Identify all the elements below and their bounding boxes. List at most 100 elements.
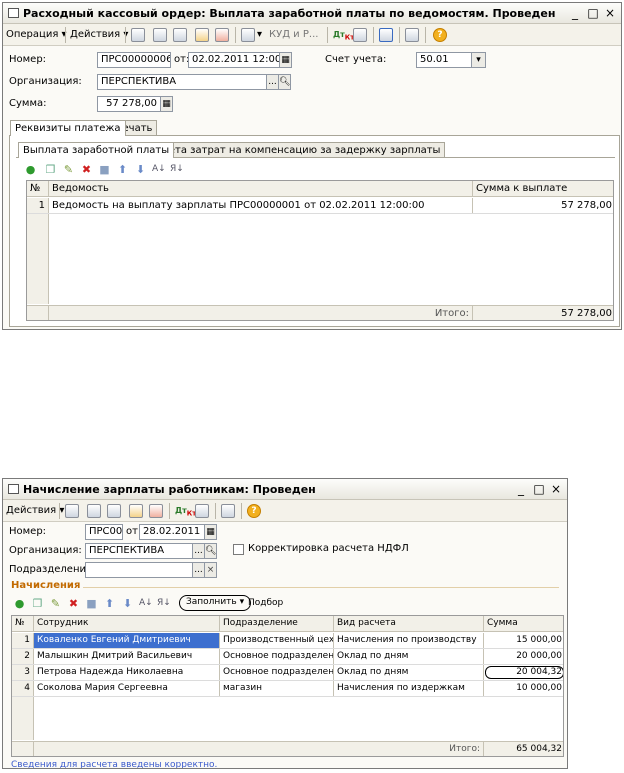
delete-icon[interactable]: ✖ <box>67 597 80 610</box>
move-up-icon[interactable]: ⬆ <box>116 163 129 176</box>
payroll-window: Начисление зарплаты работникам: Проведен… <box>2 478 568 769</box>
tab-payment-details[interactable]: Реквизиты платежа <box>10 120 126 136</box>
ndfl-checkbox[interactable] <box>233 544 244 555</box>
maximize-button[interactable]: □ <box>531 479 547 500</box>
col-statement[interactable]: Ведомость <box>49 181 473 196</box>
kudir-button[interactable]: КУД и Р... <box>269 27 318 43</box>
dt-kt-icon[interactable]: ДтКт <box>175 503 196 519</box>
help-icon[interactable]: ? <box>433 28 447 42</box>
col-employee[interactable]: Сотрудник <box>34 616 220 631</box>
actions-menu[interactable]: Действия ▾ <box>70 27 128 43</box>
delete-icon[interactable]: ✖ <box>80 163 93 176</box>
table-row[interactable]: 3 Петрова Надежда Николаевна Основное подр… <box>12 665 563 681</box>
sort-asc-icon[interactable]: A↓ <box>139 597 153 610</box>
fill-button[interactable]: Заполнить ▾ <box>179 595 252 611</box>
copy-row-icon[interactable]: ❐ <box>44 163 57 176</box>
sort-filter-icon[interactable] <box>379 28 393 42</box>
table-footer: Итого: 57 278,00 <box>27 305 613 320</box>
copy-row-icon[interactable]: ❐ <box>31 597 44 610</box>
add-icon[interactable]: ● <box>24 163 37 176</box>
sort-asc-icon[interactable]: A↓ <box>152 163 166 176</box>
go-to-icon[interactable] <box>241 28 255 42</box>
copy-icon[interactable] <box>173 28 187 42</box>
department-field[interactable] <box>85 562 193 578</box>
number-label: Номер: <box>9 526 47 537</box>
help-icon[interactable]: ? <box>247 504 261 518</box>
list-icon[interactable] <box>221 504 235 518</box>
save-write-icon[interactable] <box>65 504 79 518</box>
organization-field[interactable]: ПЕРСПЕКТИВА <box>97 74 267 90</box>
date-field[interactable]: 02.02.2011 12:00:01 <box>188 52 280 68</box>
table-row[interactable]: 4 Соколова Мария Сергеевна магазин Начислен… <box>12 681 563 697</box>
row-employee: Коваленко Евгений Дмитриевич <box>34 633 220 648</box>
calendar-icon[interactable]: ▦ <box>279 52 292 68</box>
table-row[interactable]: 2 Малышкин Дмитрий Васильевич Основное под… <box>12 649 563 665</box>
department-label: Подразделение: <box>9 564 96 575</box>
col-sum[interactable]: Сумма <box>484 616 563 631</box>
clear-icon[interactable]: × <box>204 562 217 578</box>
col-department[interactable]: Подразделение <box>220 616 334 631</box>
report-icon[interactable] <box>353 28 367 42</box>
end-edit-icon[interactable]: ■ <box>98 163 111 176</box>
sum-field[interactable]: 57 278,00 <box>97 96 161 112</box>
copy-icon[interactable] <box>107 504 121 518</box>
calculator-icon[interactable]: ▦ <box>160 96 173 112</box>
toolbar-separator <box>65 27 66 43</box>
subtab-salary-payment[interactable]: Выплата заработной платы <box>18 142 175 158</box>
dt-kt-icon[interactable]: ДтКт <box>333 27 354 43</box>
number-field[interactable]: ПРС00000006 <box>97 52 171 68</box>
move-up-icon[interactable]: ⬆ <box>103 597 116 610</box>
row-calc-type: Оклад по дням <box>334 649 484 664</box>
operation-menu[interactable]: Операция ▾ <box>6 27 67 43</box>
add-icon[interactable]: ● <box>13 597 26 610</box>
subtab-cost-accounts[interactable]: Счета затрат на компенсацию за задержку … <box>151 142 446 158</box>
row-number: 1 <box>27 198 49 213</box>
edit-icon[interactable]: ✎ <box>62 163 75 176</box>
structure-icon[interactable] <box>149 504 163 518</box>
date-field[interactable]: 28.02.2011 23:5 <box>139 524 205 540</box>
post-icon[interactable] <box>153 28 167 42</box>
col-payout-sum[interactable]: Сумма к выплате <box>473 181 613 196</box>
based-on-icon[interactable] <box>129 504 143 518</box>
minimize-button[interactable]: _ <box>567 3 583 24</box>
close-button[interactable]: × <box>602 3 618 24</box>
total-label: Итого: <box>49 306 473 320</box>
number-field[interactable]: ПРС000 <box>85 524 123 540</box>
row-number: 4 <box>12 681 34 696</box>
save-write-icon[interactable] <box>131 28 145 42</box>
col-number[interactable]: № <box>27 181 49 196</box>
close-button[interactable]: × <box>548 479 564 500</box>
move-down-icon[interactable]: ⬇ <box>121 597 134 610</box>
based-on-icon[interactable] <box>195 28 209 42</box>
minimize-button[interactable]: _ <box>513 479 529 500</box>
actions-menu[interactable]: Действия ▾ <box>6 503 64 519</box>
edit-icon[interactable]: ✎ <box>49 597 62 610</box>
end-edit-icon[interactable]: ■ <box>85 597 98 610</box>
maximize-button[interactable]: □ <box>585 3 601 24</box>
move-down-icon[interactable]: ⬇ <box>134 163 147 176</box>
search-icon[interactable]: 🔍︎ <box>204 543 217 559</box>
organization-field[interactable]: ПЕРСПЕКТИВА <box>85 543 193 559</box>
table-row[interactable]: 1 Ведомость на выплату зарплаты ПРС00000… <box>27 198 613 214</box>
row-statement: Ведомость на выплату зарплаты ПРС0000000… <box>49 198 473 213</box>
post-icon[interactable] <box>87 504 101 518</box>
search-icon[interactable]: 🔍︎ <box>278 74 291 90</box>
row-number-column <box>27 214 49 304</box>
sum-label: Сумма: <box>9 98 47 109</box>
report-icon[interactable] <box>195 504 209 518</box>
table-header: № Ведомость Сумма к выплате <box>27 181 613 197</box>
select-employees-button[interactable]: Подбор <box>248 596 283 610</box>
calendar-icon[interactable]: ▦ <box>204 524 217 540</box>
account-field[interactable]: 50.01 <box>416 52 472 68</box>
section-title: Начисления <box>11 580 81 591</box>
col-number[interactable]: № <box>12 616 34 631</box>
dropdown-arrow-icon[interactable]: ▾ <box>257 27 262 43</box>
table-row[interactable]: 1 Коваленко Евгений Дмитриевич Производств… <box>12 633 563 649</box>
list-icon[interactable] <box>405 28 419 42</box>
sort-desc-icon[interactable]: Я↓ <box>157 597 171 610</box>
account-dropdown-button[interactable]: ▾ <box>471 52 486 68</box>
sort-desc-icon[interactable]: Я↓ <box>170 163 184 176</box>
structure-icon[interactable] <box>215 28 229 42</box>
toolbar-separator <box>215 503 216 519</box>
col-calc-type[interactable]: Вид расчета <box>334 616 484 631</box>
